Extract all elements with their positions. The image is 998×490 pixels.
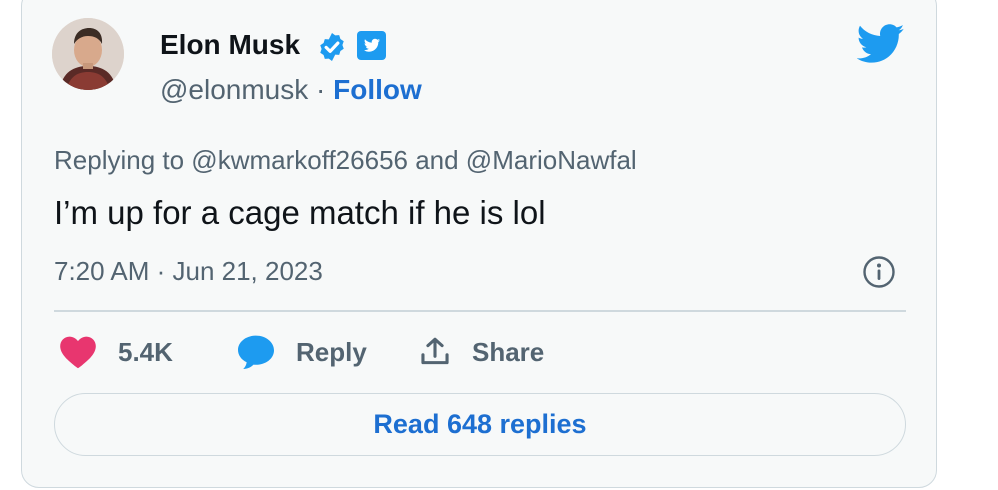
follow-link[interactable]: Follow — [333, 74, 422, 105]
like-count: 5.4K — [118, 336, 173, 367]
twitter-bird-icon[interactable] — [857, 24, 905, 64]
share-upload-icon — [421, 337, 449, 365]
speech-bubble-icon — [238, 335, 274, 370]
tweet-timestamp[interactable]: 7:20 AM · Jun 21, 2023 — [54, 255, 323, 287]
verified-badge-icon — [320, 33, 344, 61]
heart-icon — [60, 336, 96, 369]
reply-button[interactable]: Reply — [236, 334, 367, 370]
author-handle[interactable]: @elonmusk — [160, 74, 308, 105]
share-button[interactable]: Share — [418, 334, 544, 370]
read-replies-button[interactable]: Read 648 replies — [54, 393, 906, 456]
avatar-image — [52, 18, 124, 90]
handle-separator: · — [316, 74, 326, 105]
author-name[interactable]: Elon Musk — [160, 28, 300, 62]
actions-divider — [54, 310, 906, 312]
twitter-square-icon — [357, 31, 386, 60]
reply-label: Reply — [296, 336, 367, 367]
info-icon[interactable] — [862, 255, 896, 289]
author-handle-row: @elonmusk · Follow — [160, 73, 422, 107]
author-avatar[interactable] — [52, 18, 124, 90]
replying-to-text: Replying to @kwmarkoff26656 and @MarioNa… — [54, 145, 637, 175]
tweet-text: I’m up for a cage match if he is lol — [54, 194, 546, 231]
share-label: Share — [472, 336, 545, 367]
like-button[interactable]: 5.4K — [58, 334, 173, 370]
